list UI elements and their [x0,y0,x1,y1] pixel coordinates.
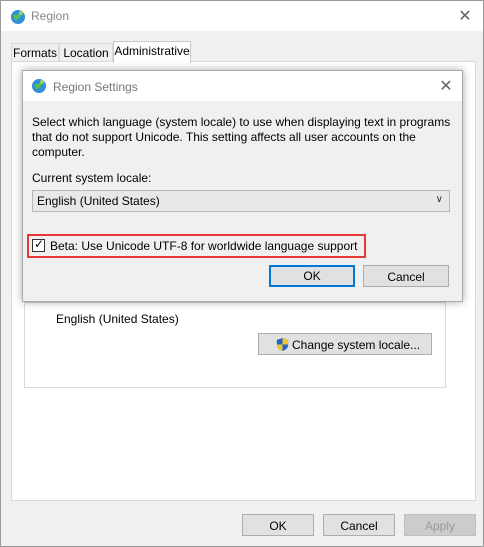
tab-formats[interactable]: Formats [11,43,59,62]
cancel-button[interactable]: Cancel [323,514,395,536]
checkmark-icon: ✓ [34,237,45,251]
change-system-locale-button[interactable]: Change system locale... [258,333,432,355]
chevron-down-icon: ∨ [435,194,443,205]
description-line: Select which language (system locale) to… [32,115,451,129]
locale-selected-value: English (United States) [37,194,160,208]
description-line: computer. [32,145,85,159]
tab-label: Administrative [114,44,190,58]
current-locale-text: English (United States) [56,312,179,326]
close-icon: ✕ [458,8,472,25]
tab-label: Location [63,46,109,60]
dialog-title: Region Settings [53,80,138,94]
tab-administrative[interactable]: Administrative [113,41,191,63]
title-bar: Region ✕ [1,1,483,31]
system-locale-dropdown[interactable]: English (United States) ∨ [32,190,450,212]
region-settings-dialog: Region Settings ✕ Select which language … [22,70,463,302]
close-icon: ✕ [439,78,453,95]
dialog-close-button[interactable]: ✕ [436,77,456,97]
globe-icon [32,79,46,93]
uac-shield-icon [276,337,289,352]
dialog-description: Select which language (system locale) to… [32,115,452,160]
current-locale-label: Current system locale: [32,171,152,185]
globe-icon [11,10,25,24]
beta-utf8-checkbox[interactable]: ✓ [32,237,45,252]
beta-utf8-label[interactable]: Beta: Use Unicode UTF-8 for worldwide la… [50,239,358,253]
close-button[interactable]: ✕ [455,7,475,27]
change-locale-label: Change system locale... [292,338,421,352]
dialog-ok-button[interactable]: OK [269,265,355,287]
window-title: Region [31,9,70,23]
description-line: that do not support Unicode. This settin… [32,130,416,144]
tab-label: Formats [12,46,57,60]
dialog-cancel-button[interactable]: Cancel [363,265,449,287]
apply-button[interactable]: Apply [404,514,476,536]
dialog-title-bar: Region Settings ✕ [23,71,462,101]
tab-location[interactable]: Location [59,43,113,62]
ok-button[interactable]: OK [242,514,314,536]
